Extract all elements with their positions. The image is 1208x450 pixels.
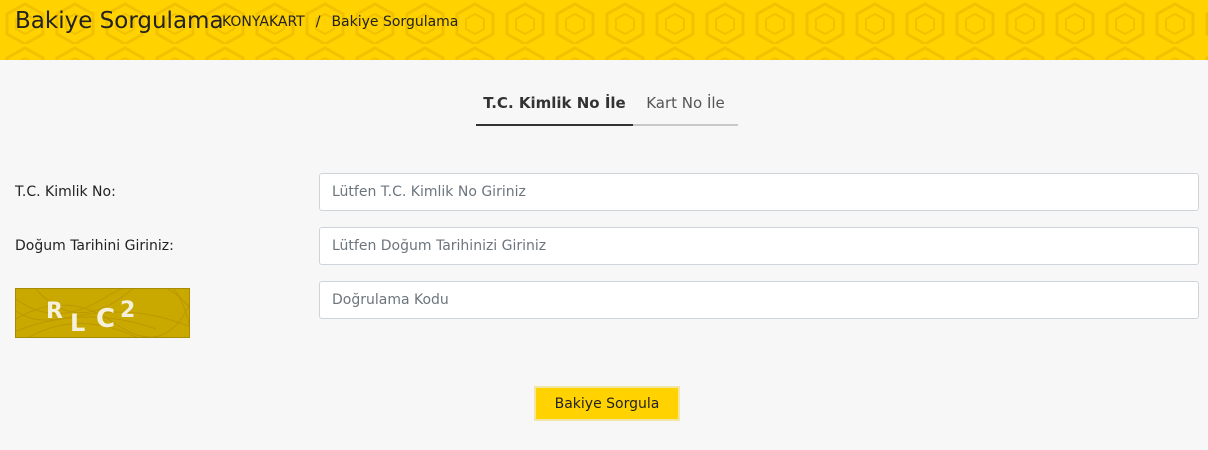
tc-kimlik-input[interactable]	[319, 173, 1199, 211]
captcha-graphic: R L C 2	[16, 289, 189, 337]
tab-kart-no[interactable]: Kart No İle	[633, 88, 738, 126]
breadcrumb-item-konyakart[interactable]: KONYAKART	[222, 14, 305, 30]
breadcrumb-item-current: Bakiye Sorgulama	[331, 14, 459, 30]
captcha-image: R L C 2	[15, 288, 190, 338]
page-title: Bakiye Sorgulama	[15, 8, 224, 34]
page-header: Bakiye Sorgulama KONYAKART / Bakiye Sorg…	[0, 0, 1208, 60]
breadcrumb: KONYAKART / Bakiye Sorgulama	[222, 14, 458, 30]
captcha-input[interactable]	[319, 281, 1199, 319]
bakiye-sorgula-button[interactable]: Bakiye Sorgula	[534, 386, 680, 421]
tab-tc-kimlik[interactable]: T.C. Kimlik No İle	[476, 88, 633, 126]
svg-text:R: R	[46, 299, 63, 324]
birth-date-input[interactable]	[319, 227, 1199, 265]
tab-bar: T.C. Kimlik No İle Kart No İle	[476, 88, 738, 126]
svg-text:C: C	[96, 304, 115, 334]
birth-date-label: Doğum Tarihini Giriniz:	[15, 238, 174, 254]
tc-kimlik-label: T.C. Kimlik No:	[15, 184, 116, 200]
svg-text:L: L	[70, 309, 85, 337]
svg-text:2: 2	[120, 298, 135, 323]
breadcrumb-separator: /	[315, 14, 321, 30]
